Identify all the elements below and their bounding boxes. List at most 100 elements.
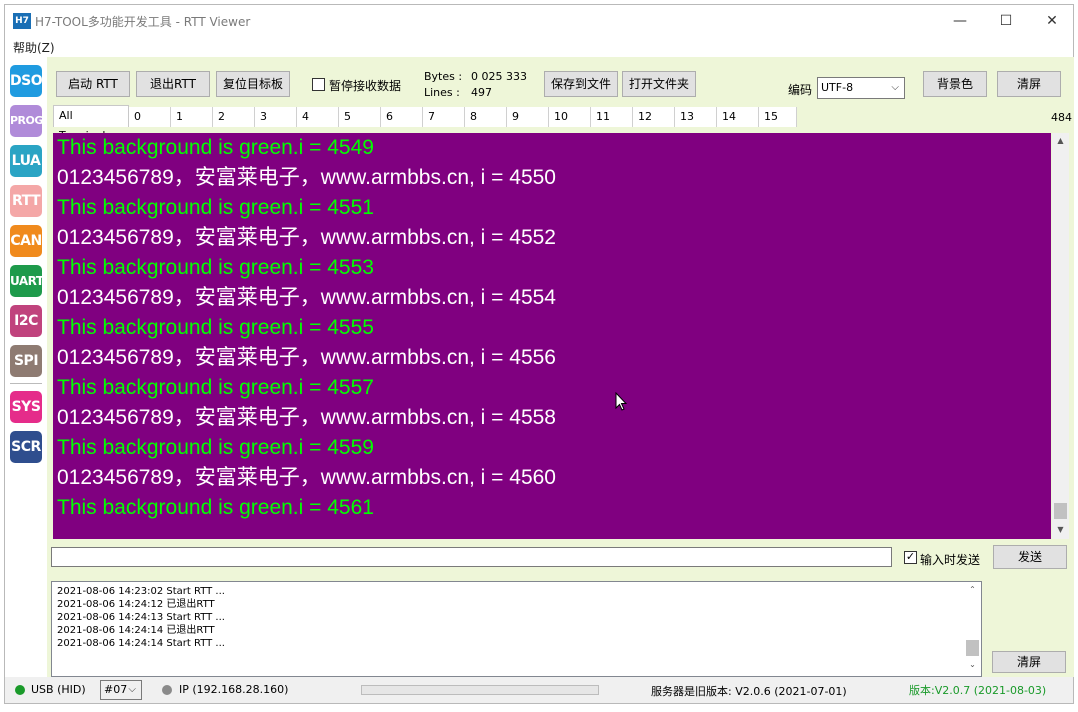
terminal-line: 0123456789，安富莱电子，www.armbbs.cn, i = 4560 — [57, 466, 556, 489]
tab-terminal-7[interactable]: 7 — [423, 107, 465, 127]
log-line: 2021-08-06 14:24:13 Start RTT ... — [57, 612, 225, 623]
clear-log-button[interactable]: 清屏 — [992, 651, 1066, 673]
progress-bar — [361, 685, 599, 695]
log-scroll-thumb[interactable] — [966, 640, 979, 656]
terminal-line: 0123456789，安富莱电子，www.armbbs.cn, i = 4550 — [57, 166, 556, 189]
scroll-down-icon[interactable]: ▼ — [1052, 525, 1069, 534]
tab-terminal-10[interactable]: 10 — [549, 107, 591, 127]
terminal-line: This background is green.i = 4561 — [57, 496, 374, 519]
open-folder-button[interactable]: 打开文件夹 — [622, 71, 696, 97]
log-line: 2021-08-06 14:24:14 已退出RTT — [57, 625, 215, 636]
tab-terminal-8[interactable]: 8 — [465, 107, 507, 127]
tab-terminal-4[interactable]: 4 — [297, 107, 339, 127]
app-icon: H7 — [13, 13, 31, 29]
clear-screen-button[interactable]: 清屏 — [997, 71, 1061, 97]
usb-status-icon — [15, 685, 25, 695]
terminal-line: This background is green.i = 4553 — [57, 256, 374, 279]
menu-help[interactable]: 帮助(Z) — [13, 39, 55, 56]
log-line: 2021-08-06 14:23:02 Start RTT ... — [57, 586, 225, 597]
rail-divider — [10, 383, 42, 384]
maximize-button[interactable]: ☐ — [983, 5, 1029, 37]
tab-terminal-15[interactable]: 15 — [759, 107, 797, 127]
terminal-line: This background is green.i = 4555 — [57, 316, 374, 339]
terminal-line: This background is green.i = 4549 — [57, 136, 374, 159]
device-select[interactable]: #07 ⌵ — [100, 680, 142, 700]
tab-terminal-14[interactable]: 14 — [717, 107, 759, 127]
save-to-file-button[interactable]: 保存到文件 — [544, 71, 618, 97]
send-input[interactable] — [51, 547, 892, 567]
terminal-line: 0123456789，安富莱电子，www.armbbs.cn, i = 4552 — [57, 226, 556, 249]
rail-rtt-button[interactable]: RTT — [10, 185, 42, 217]
terminal-line: This background is green.i = 4557 — [57, 376, 374, 399]
chevron-down-icon: ⌵ — [891, 82, 899, 93]
terminal-output[interactable]: This background is green.i = 4549 0123456… — [53, 133, 1051, 539]
tab-terminal-2[interactable]: 2 — [213, 107, 255, 127]
close-button[interactable]: ✕ — [1029, 5, 1075, 37]
log-line: 2021-08-06 14:24:12 已退出RTT — [57, 599, 215, 610]
rail-dso-button[interactable]: DSO — [10, 65, 43, 97]
terminal-line: 0123456789，安富莱电子，www.armbbs.cn, i = 4556 — [57, 346, 556, 369]
ip-status: IP (192.168.28.160) — [179, 683, 289, 696]
pause-receive-label: 暂停接收数据 — [329, 79, 402, 93]
tab-all-terminals[interactable]: All Terminals — [53, 105, 129, 142]
log-line: 2021-08-06 14:24:14 Start RTT ... — [57, 638, 225, 649]
mouse-cursor-icon — [615, 392, 627, 411]
tab-terminal-13[interactable]: 13 — [675, 107, 717, 127]
terminal-line: This background is green.i = 4559 — [57, 436, 374, 459]
terminal-line: This background is green.i = 4551 — [57, 196, 374, 219]
rail-uart-button[interactable]: UART — [10, 265, 44, 297]
tool-rail: DSO PROG LUA RTT CAN UART I2C SPI SYS SC… — [5, 57, 47, 677]
send-on-input-checkbox[interactable]: ✓ — [904, 551, 917, 564]
terminal-scrollbar[interactable]: ▲ ▼ — [1052, 133, 1069, 539]
encoding-label: 编码 — [788, 83, 813, 97]
log-scrollbar[interactable]: ⌃ ⌄ — [964, 582, 981, 676]
tab-terminal-1[interactable]: 1 — [171, 107, 213, 127]
device-value: #07 — [104, 683, 128, 696]
tab-terminal-6[interactable]: 6 — [381, 107, 423, 127]
lines-label: Lines : — [424, 86, 460, 99]
rail-scr-button[interactable]: SCR — [10, 431, 42, 463]
tab-terminal-12[interactable]: 12 — [633, 107, 675, 127]
bytes-value: 0 025 333 — [471, 70, 527, 83]
encoding-select[interactable]: UTF-8 ⌵ — [817, 77, 905, 99]
tab-terminal-9[interactable]: 9 — [507, 107, 549, 127]
pause-receive-checkbox[interactable] — [312, 78, 325, 91]
bytes-label: Bytes : — [424, 70, 463, 83]
rail-lua-button[interactable]: LUA — [10, 145, 42, 177]
terminal-scroll-thumb[interactable] — [1054, 503, 1067, 519]
exit-rtt-button[interactable]: 退出RTT — [136, 71, 210, 97]
encoding-value: UTF-8 — [821, 81, 854, 94]
tab-terminal-5[interactable]: 5 — [339, 107, 381, 127]
app-window: H7 H7-TOOL多功能开发工具 - RTT Viewer — ☐ ✕ 帮助(… — [4, 4, 1074, 704]
local-version: 版本:V2.0.7 (2021-08-03) — [909, 684, 1047, 697]
background-color-button[interactable]: 背景色 — [923, 71, 987, 97]
minimize-button[interactable]: — — [937, 5, 983, 37]
rail-can-button[interactable]: CAN — [10, 225, 42, 257]
scroll-down-icon[interactable]: ⌄ — [964, 660, 981, 669]
status-bar: USB (HID) #07 ⌵ IP (192.168.28.160) 服务器是… — [5, 677, 1073, 703]
reset-target-button[interactable]: 复位目标板 — [216, 71, 290, 97]
scroll-up-icon[interactable]: ▲ — [1052, 136, 1069, 145]
usb-status: USB (HID) — [31, 683, 86, 696]
server-version: 服务器是旧版本: V2.0.6 (2021-07-01) — [651, 685, 847, 698]
start-rtt-button[interactable]: 启动 RTT — [56, 71, 130, 97]
scroll-up-icon[interactable]: ⌃ — [964, 585, 981, 594]
rail-sys-button[interactable]: SYS — [10, 391, 42, 423]
ip-status-icon — [162, 685, 172, 695]
rail-prog-button[interactable]: PROG — [10, 105, 43, 137]
send-on-input-label: 输入时发送 — [920, 553, 981, 567]
tab-terminal-11[interactable]: 11 — [591, 107, 633, 127]
window-title: H7-TOOL多功能开发工具 - RTT Viewer — [35, 15, 251, 29]
log-output[interactable]: 2021-08-06 14:23:02 Start RTT ... 2021-0… — [51, 581, 982, 677]
tab-terminal-3[interactable]: 3 — [255, 107, 297, 127]
tab-count: 484 — [1051, 111, 1072, 124]
title-bar: H7 H7-TOOL多功能开发工具 - RTT Viewer — ☐ ✕ — [5, 5, 1073, 37]
terminal-line: 0123456789，安富莱电子，www.armbbs.cn, i = 4554 — [57, 286, 556, 309]
menu-bar: 帮助(Z) — [5, 37, 1073, 57]
send-button[interactable]: 发送 — [993, 545, 1067, 569]
chevron-down-icon: ⌵ — [128, 684, 136, 695]
rtt-panel: 启动 RTT 退出RTT 复位目标板 暂停接收数据 Bytes : 0 025 … — [47, 57, 1074, 677]
rail-i2c-button[interactable]: I2C — [10, 305, 42, 337]
rail-spi-button[interactable]: SPI — [10, 345, 42, 377]
tab-terminal-0[interactable]: 0 — [129, 107, 171, 127]
